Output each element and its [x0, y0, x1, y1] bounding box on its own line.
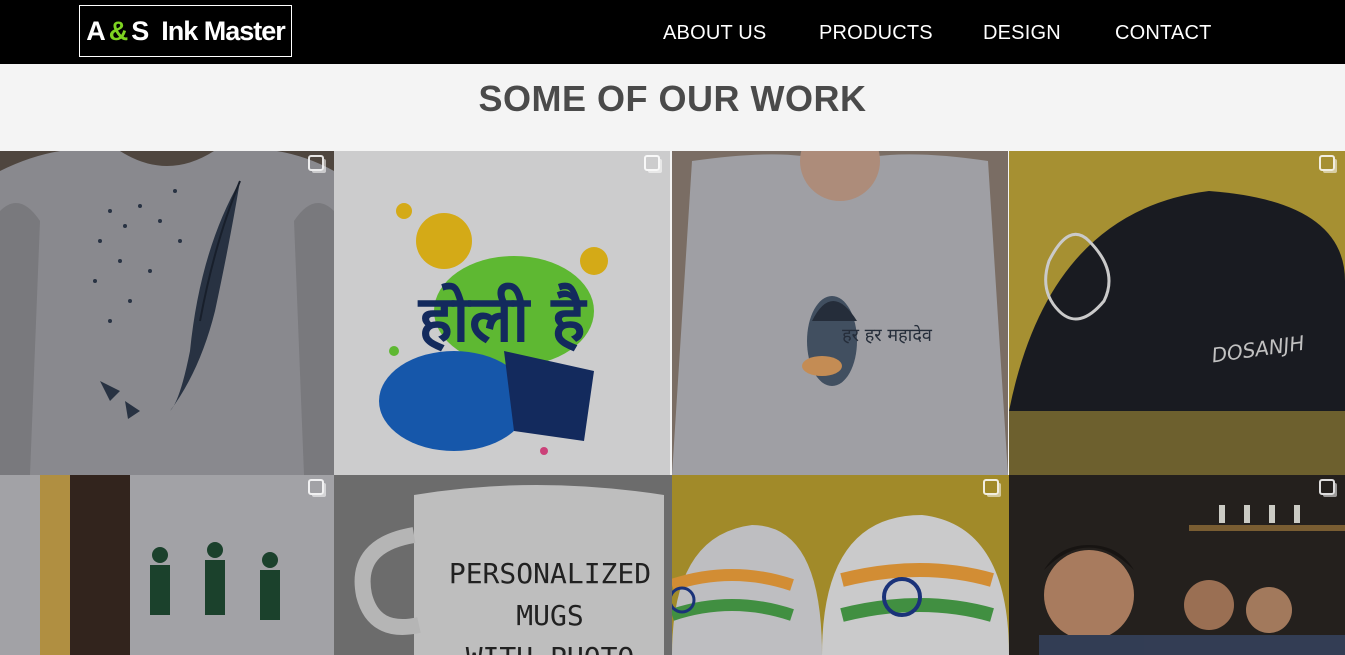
feather-tshirt-image — [0, 151, 334, 475]
logo-ampersand: & — [108, 15, 128, 46]
nav-contact[interactable]: CONTACT — [1115, 22, 1212, 45]
team-photo-image — [1009, 475, 1345, 655]
gallery-item-team-photo[interactable] — [1009, 475, 1345, 655]
nav-design[interactable]: DESIGN — [983, 22, 1061, 45]
holi-text: होली है — [418, 282, 588, 357]
gallery-item-black-cap[interactable]: DOSANJH — [1009, 151, 1345, 475]
work-gallery: होली है हर हर महादेव DOSANJH PERSONALIZE… — [0, 151, 1345, 655]
gallery-item-holi-tshirt[interactable]: होली है — [334, 151, 670, 475]
gallery-item-dancing-tshirt[interactable] — [0, 475, 334, 655]
logo-text-left: A — [86, 15, 105, 46]
multi-image-icon — [983, 479, 999, 495]
nav-products[interactable]: PRODUCTS — [819, 22, 933, 45]
logo-text-right: S Ink Master — [131, 15, 286, 46]
nav-about-us[interactable]: ABOUT US — [663, 22, 766, 45]
multi-image-icon — [308, 479, 324, 495]
mug-text-line1: PERSONALIZED — [449, 557, 651, 590]
india-caps-image — [672, 475, 1009, 655]
shiva-tshirt-image: हर हर महादेव — [672, 151, 1008, 475]
site-logo[interactable]: A & S Ink Master — [79, 5, 292, 57]
top-navbar: A & S Ink Master ABOUT US PRODUCTS DESIGN … — [0, 0, 1345, 64]
multi-image-icon — [644, 155, 660, 171]
gallery-item-india-caps[interactable] — [672, 475, 1009, 655]
gallery-item-shiva-tshirt[interactable]: हर हर महादेव — [672, 151, 1008, 475]
black-cap-image: DOSANJH — [1009, 151, 1345, 475]
mug-image: PERSONALIZED MUGS WITH PHOTO — [334, 475, 672, 655]
multi-image-icon — [308, 155, 324, 171]
shiva-text: हर हर महादेव — [842, 324, 933, 346]
section-title: SOME OF OUR WORK — [478, 78, 867, 119]
mug-text-line2: MUGS — [516, 599, 583, 632]
multi-image-icon — [1319, 155, 1335, 171]
gallery-item-personalized-mug[interactable]: PERSONALIZED MUGS WITH PHOTO — [334, 475, 672, 655]
multi-image-icon — [1319, 479, 1335, 495]
mug-text-line3: WITH PHOTO — [466, 641, 635, 655]
gallery-item-feather-tshirt[interactable] — [0, 151, 334, 475]
holi-tshirt-image: होली है — [334, 151, 670, 475]
dancing-tshirt-image — [0, 475, 334, 655]
